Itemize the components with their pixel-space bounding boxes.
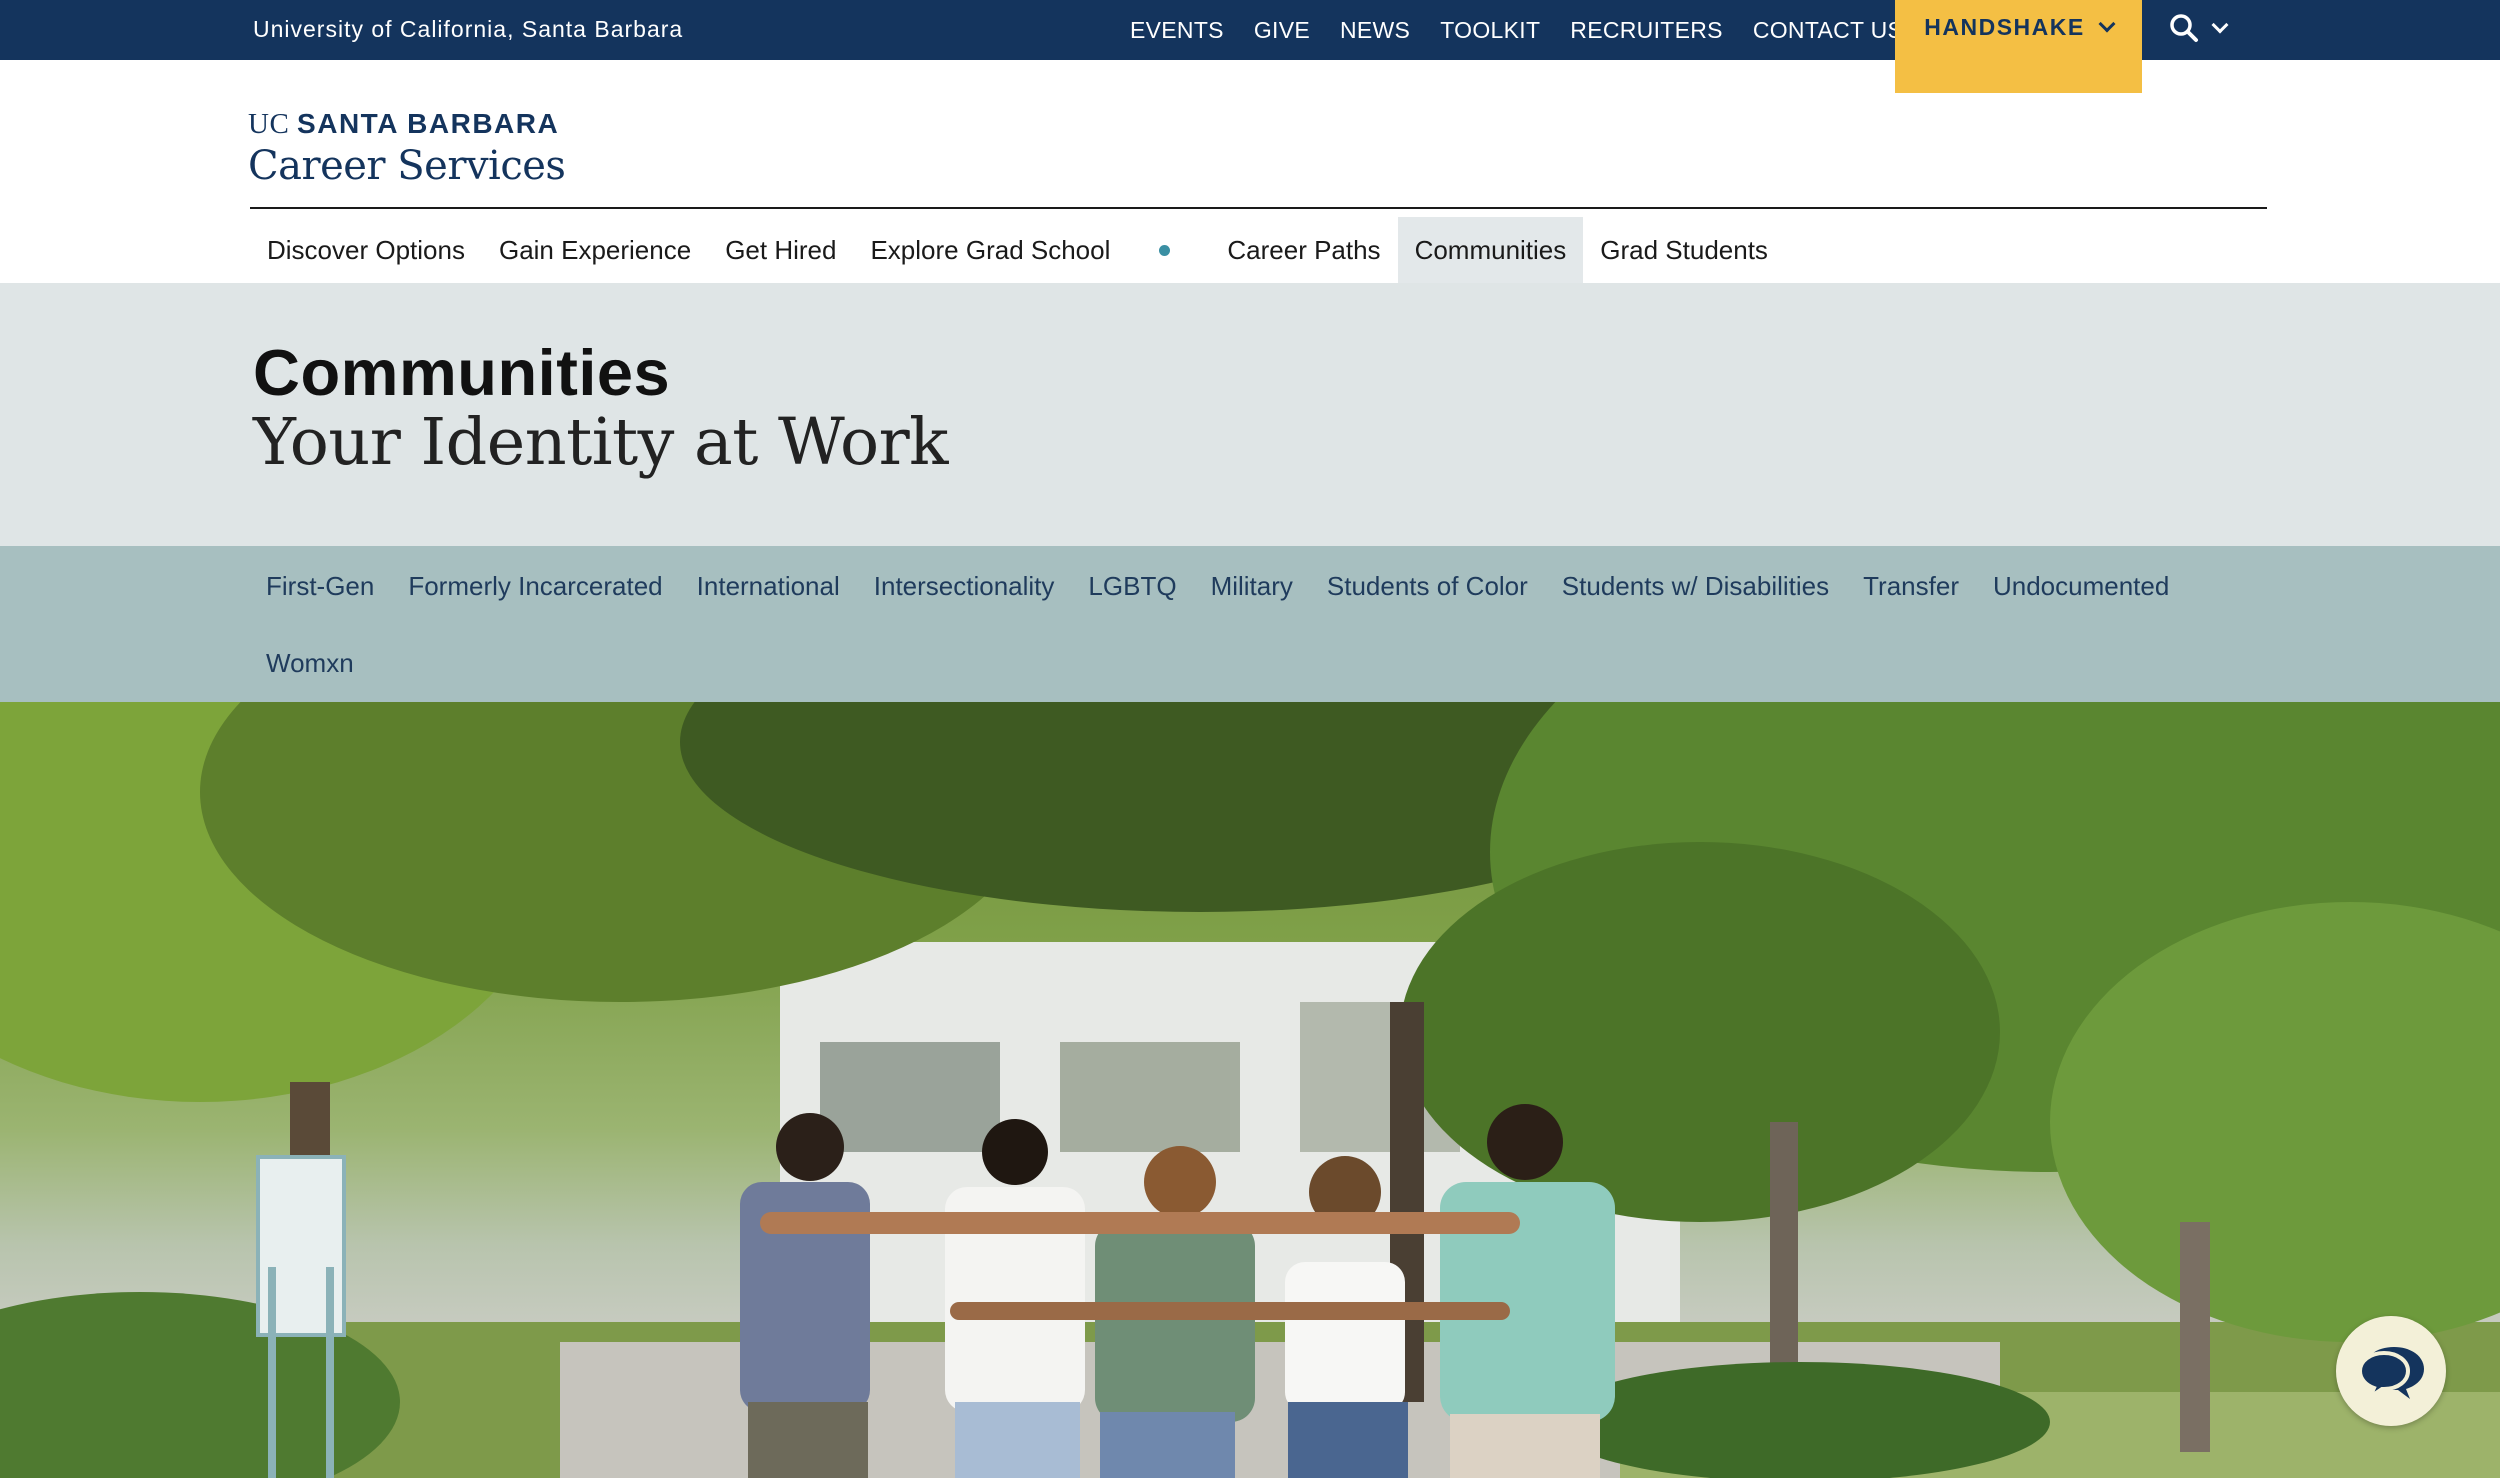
page-title: Communities (253, 336, 671, 409)
nav-item-grad-students[interactable]: Grad Students (1583, 217, 1785, 283)
chevron-down-icon (2098, 15, 2116, 33)
utility-link-news[interactable]: NEWS (1340, 17, 1410, 44)
chat-bubbles-icon (2357, 1347, 2424, 1403)
nav-item-communities[interactable]: Communities (1397, 217, 1584, 283)
utility-link-events[interactable]: EVENTS (1130, 17, 1224, 44)
top-utility-bar: University of California, Santa Barbara … (0, 0, 2500, 93)
logo-santa-barbara: SANTA BARBARA (297, 108, 560, 139)
nav-item-discover-options[interactable]: Discover Options (250, 217, 482, 283)
nav-item-get-hired[interactable]: Get Hired (708, 217, 853, 283)
main-nav: Discover Options Gain Experience Get Hir… (250, 217, 1785, 283)
sub-nav-first-gen[interactable]: First-Gen (249, 570, 391, 602)
hero-photo (0, 702, 2500, 1478)
chevron-down-icon (2211, 16, 2229, 34)
sub-nav-transfer[interactable]: Transfer (1846, 570, 1976, 602)
search-icon (2170, 14, 2198, 42)
sub-nav-intersectionality[interactable]: Intersectionality (857, 570, 1072, 602)
nav-separator-dot (1159, 244, 1171, 256)
university-link[interactable]: University of California, Santa Barbara (253, 16, 683, 43)
contact-us-label: CONTACT US (1752, 16, 1904, 43)
utility-nav: EVENTS GIVE NEWS TOOLKIT RECRUITERS CONT… (1130, 0, 1965, 60)
utility-link-recruiters[interactable]: RECRUITERS (1570, 17, 1723, 44)
hero-photo-illustration (0, 702, 2500, 1478)
page-subtitle: Your Identity at Work (253, 405, 949, 480)
utility-link-give[interactable]: GIVE (1254, 17, 1310, 44)
chat-widget-button[interactable] (2336, 1316, 2446, 1426)
nav-item-explore-grad-school[interactable]: Explore Grad School (853, 217, 1127, 283)
handshake-label: HANDSHAKE (1924, 14, 2085, 40)
sub-nav-international[interactable]: International (680, 570, 857, 602)
logo-career-services: Career Services (248, 143, 566, 189)
sub-nav-students-with-disabilities[interactable]: Students w/ Disabilities (1545, 570, 1846, 602)
sub-nav-lgbtq[interactable]: LGBTQ (1071, 570, 1193, 602)
sub-nav-military[interactable]: Military (1194, 570, 1310, 602)
handshake-dropdown[interactable]: HANDSHAKE (1895, 0, 2142, 93)
sub-nav-students-of-color[interactable]: Students of Color (1310, 570, 1545, 602)
nav-item-career-paths[interactable]: Career Paths (1210, 217, 1397, 283)
sub-nav-undocumented[interactable]: Undocumented (1976, 570, 2186, 602)
sub-nav-formerly-incarcerated[interactable]: Formerly Incarcerated (391, 570, 679, 602)
logo-uc-santa-barbara: UC SANTA BARBARA (248, 108, 565, 141)
site-logo[interactable]: UC SANTA BARBARA Career Services (248, 108, 566, 189)
search-toggle[interactable] (2168, 12, 2229, 44)
header-divider (250, 207, 2267, 209)
sub-nav-womxn[interactable]: Womxn (249, 647, 371, 679)
logo-uc: UC (248, 108, 290, 140)
page-title-band: Communities Your Identity at Work (0, 283, 2500, 546)
nav-item-gain-experience[interactable]: Gain Experience (482, 217, 708, 283)
communities-sub-nav: First-Gen Formerly Incarcerated Internat… (0, 546, 2500, 702)
sub-nav-row: First-Gen Formerly Incarcerated Internat… (249, 570, 2186, 602)
sub-nav-row: Womxn (249, 647, 371, 679)
utility-link-toolkit[interactable]: TOOLKIT (1440, 17, 1540, 44)
